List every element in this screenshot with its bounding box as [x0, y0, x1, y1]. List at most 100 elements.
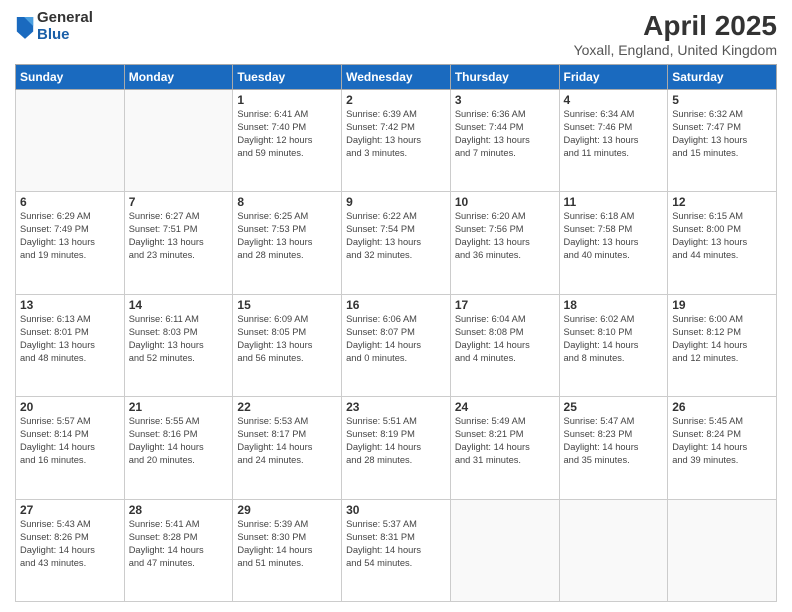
day-info: Sunrise: 6:20 AM Sunset: 7:56 PM Dayligh…: [455, 210, 555, 262]
day-number: 1: [237, 93, 337, 107]
table-row: [668, 499, 777, 601]
table-row: 15Sunrise: 6:09 AM Sunset: 8:05 PM Dayli…: [233, 294, 342, 396]
page: General Blue April 2025 Yoxall, England,…: [0, 0, 792, 612]
day-info: Sunrise: 6:18 AM Sunset: 7:58 PM Dayligh…: [564, 210, 664, 262]
table-row: [124, 90, 233, 192]
day-info: Sunrise: 5:37 AM Sunset: 8:31 PM Dayligh…: [346, 518, 446, 570]
table-row: 4Sunrise: 6:34 AM Sunset: 7:46 PM Daylig…: [559, 90, 668, 192]
day-info: Sunrise: 5:43 AM Sunset: 8:26 PM Dayligh…: [20, 518, 120, 570]
day-number: 16: [346, 298, 446, 312]
table-row: 27Sunrise: 5:43 AM Sunset: 8:26 PM Dayli…: [16, 499, 125, 601]
day-number: 4: [564, 93, 664, 107]
table-row: 8Sunrise: 6:25 AM Sunset: 7:53 PM Daylig…: [233, 192, 342, 294]
calendar-week-row: 6Sunrise: 6:29 AM Sunset: 7:49 PM Daylig…: [16, 192, 777, 294]
day-info: Sunrise: 6:15 AM Sunset: 8:00 PM Dayligh…: [672, 210, 772, 262]
table-row: 29Sunrise: 5:39 AM Sunset: 8:30 PM Dayli…: [233, 499, 342, 601]
table-row: 23Sunrise: 5:51 AM Sunset: 8:19 PM Dayli…: [342, 397, 451, 499]
day-number: 13: [20, 298, 120, 312]
calendar-week-row: 13Sunrise: 6:13 AM Sunset: 8:01 PM Dayli…: [16, 294, 777, 396]
day-number: 2: [346, 93, 446, 107]
day-number: 23: [346, 400, 446, 414]
day-info: Sunrise: 6:00 AM Sunset: 8:12 PM Dayligh…: [672, 313, 772, 365]
header-friday: Friday: [559, 65, 668, 90]
table-row: 10Sunrise: 6:20 AM Sunset: 7:56 PM Dayli…: [450, 192, 559, 294]
day-number: 9: [346, 195, 446, 209]
day-info: Sunrise: 6:25 AM Sunset: 7:53 PM Dayligh…: [237, 210, 337, 262]
table-row: 19Sunrise: 6:00 AM Sunset: 8:12 PM Dayli…: [668, 294, 777, 396]
table-row: 16Sunrise: 6:06 AM Sunset: 8:07 PM Dayli…: [342, 294, 451, 396]
table-row: 21Sunrise: 5:55 AM Sunset: 8:16 PM Dayli…: [124, 397, 233, 499]
table-row: 2Sunrise: 6:39 AM Sunset: 7:42 PM Daylig…: [342, 90, 451, 192]
day-number: 20: [20, 400, 120, 414]
table-row: 12Sunrise: 6:15 AM Sunset: 8:00 PM Dayli…: [668, 192, 777, 294]
day-info: Sunrise: 5:41 AM Sunset: 8:28 PM Dayligh…: [129, 518, 229, 570]
day-number: 27: [20, 503, 120, 517]
day-number: 14: [129, 298, 229, 312]
day-number: 17: [455, 298, 555, 312]
day-number: 3: [455, 93, 555, 107]
header-wednesday: Wednesday: [342, 65, 451, 90]
title-month: April 2025: [574, 10, 777, 42]
day-number: 12: [672, 195, 772, 209]
day-number: 21: [129, 400, 229, 414]
table-row: 25Sunrise: 5:47 AM Sunset: 8:23 PM Dayli…: [559, 397, 668, 499]
table-row: 28Sunrise: 5:41 AM Sunset: 8:28 PM Dayli…: [124, 499, 233, 601]
table-row: 5Sunrise: 6:32 AM Sunset: 7:47 PM Daylig…: [668, 90, 777, 192]
logo-blue: Blue: [37, 27, 93, 44]
day-info: Sunrise: 5:47 AM Sunset: 8:23 PM Dayligh…: [564, 415, 664, 467]
weekday-header-row: Sunday Monday Tuesday Wednesday Thursday…: [16, 65, 777, 90]
header-saturday: Saturday: [668, 65, 777, 90]
day-info: Sunrise: 6:09 AM Sunset: 8:05 PM Dayligh…: [237, 313, 337, 365]
day-info: Sunrise: 6:32 AM Sunset: 7:47 PM Dayligh…: [672, 108, 772, 160]
title-location: Yoxall, England, United Kingdom: [574, 42, 777, 58]
table-row: 17Sunrise: 6:04 AM Sunset: 8:08 PM Dayli…: [450, 294, 559, 396]
day-info: Sunrise: 6:06 AM Sunset: 8:07 PM Dayligh…: [346, 313, 446, 365]
table-row: 14Sunrise: 6:11 AM Sunset: 8:03 PM Dayli…: [124, 294, 233, 396]
day-number: 26: [672, 400, 772, 414]
calendar-week-row: 27Sunrise: 5:43 AM Sunset: 8:26 PM Dayli…: [16, 499, 777, 601]
calendar-table: Sunday Monday Tuesday Wednesday Thursday…: [15, 64, 777, 602]
day-info: Sunrise: 5:45 AM Sunset: 8:24 PM Dayligh…: [672, 415, 772, 467]
day-info: Sunrise: 6:39 AM Sunset: 7:42 PM Dayligh…: [346, 108, 446, 160]
table-row: 26Sunrise: 5:45 AM Sunset: 8:24 PM Dayli…: [668, 397, 777, 499]
day-info: Sunrise: 5:51 AM Sunset: 8:19 PM Dayligh…: [346, 415, 446, 467]
table-row: 7Sunrise: 6:27 AM Sunset: 7:51 PM Daylig…: [124, 192, 233, 294]
logo-icon: [15, 15, 35, 39]
table-row: 20Sunrise: 5:57 AM Sunset: 8:14 PM Dayli…: [16, 397, 125, 499]
day-info: Sunrise: 5:39 AM Sunset: 8:30 PM Dayligh…: [237, 518, 337, 570]
table-row: [559, 499, 668, 601]
calendar-week-row: 1Sunrise: 6:41 AM Sunset: 7:40 PM Daylig…: [16, 90, 777, 192]
table-row: 30Sunrise: 5:37 AM Sunset: 8:31 PM Dayli…: [342, 499, 451, 601]
logo: General Blue: [15, 10, 93, 43]
day-info: Sunrise: 5:49 AM Sunset: 8:21 PM Dayligh…: [455, 415, 555, 467]
calendar-week-row: 20Sunrise: 5:57 AM Sunset: 8:14 PM Dayli…: [16, 397, 777, 499]
table-row: 18Sunrise: 6:02 AM Sunset: 8:10 PM Dayli…: [559, 294, 668, 396]
day-number: 11: [564, 195, 664, 209]
table-row: 11Sunrise: 6:18 AM Sunset: 7:58 PM Dayli…: [559, 192, 668, 294]
day-number: 8: [237, 195, 337, 209]
header-thursday: Thursday: [450, 65, 559, 90]
day-number: 24: [455, 400, 555, 414]
day-info: Sunrise: 5:53 AM Sunset: 8:17 PM Dayligh…: [237, 415, 337, 467]
day-info: Sunrise: 6:34 AM Sunset: 7:46 PM Dayligh…: [564, 108, 664, 160]
day-info: Sunrise: 6:02 AM Sunset: 8:10 PM Dayligh…: [564, 313, 664, 365]
table-row: 24Sunrise: 5:49 AM Sunset: 8:21 PM Dayli…: [450, 397, 559, 499]
day-number: 7: [129, 195, 229, 209]
day-number: 5: [672, 93, 772, 107]
day-number: 25: [564, 400, 664, 414]
day-number: 29: [237, 503, 337, 517]
logo-general: General: [37, 10, 93, 27]
day-info: Sunrise: 6:11 AM Sunset: 8:03 PM Dayligh…: [129, 313, 229, 365]
table-row: [16, 90, 125, 192]
day-info: Sunrise: 6:13 AM Sunset: 8:01 PM Dayligh…: [20, 313, 120, 365]
day-number: 15: [237, 298, 337, 312]
table-row: 13Sunrise: 6:13 AM Sunset: 8:01 PM Dayli…: [16, 294, 125, 396]
day-number: 18: [564, 298, 664, 312]
day-number: 22: [237, 400, 337, 414]
day-number: 30: [346, 503, 446, 517]
day-info: Sunrise: 6:22 AM Sunset: 7:54 PM Dayligh…: [346, 210, 446, 262]
table-row: 1Sunrise: 6:41 AM Sunset: 7:40 PM Daylig…: [233, 90, 342, 192]
day-number: 10: [455, 195, 555, 209]
logo-text: General Blue: [37, 10, 93, 43]
day-info: Sunrise: 5:57 AM Sunset: 8:14 PM Dayligh…: [20, 415, 120, 467]
